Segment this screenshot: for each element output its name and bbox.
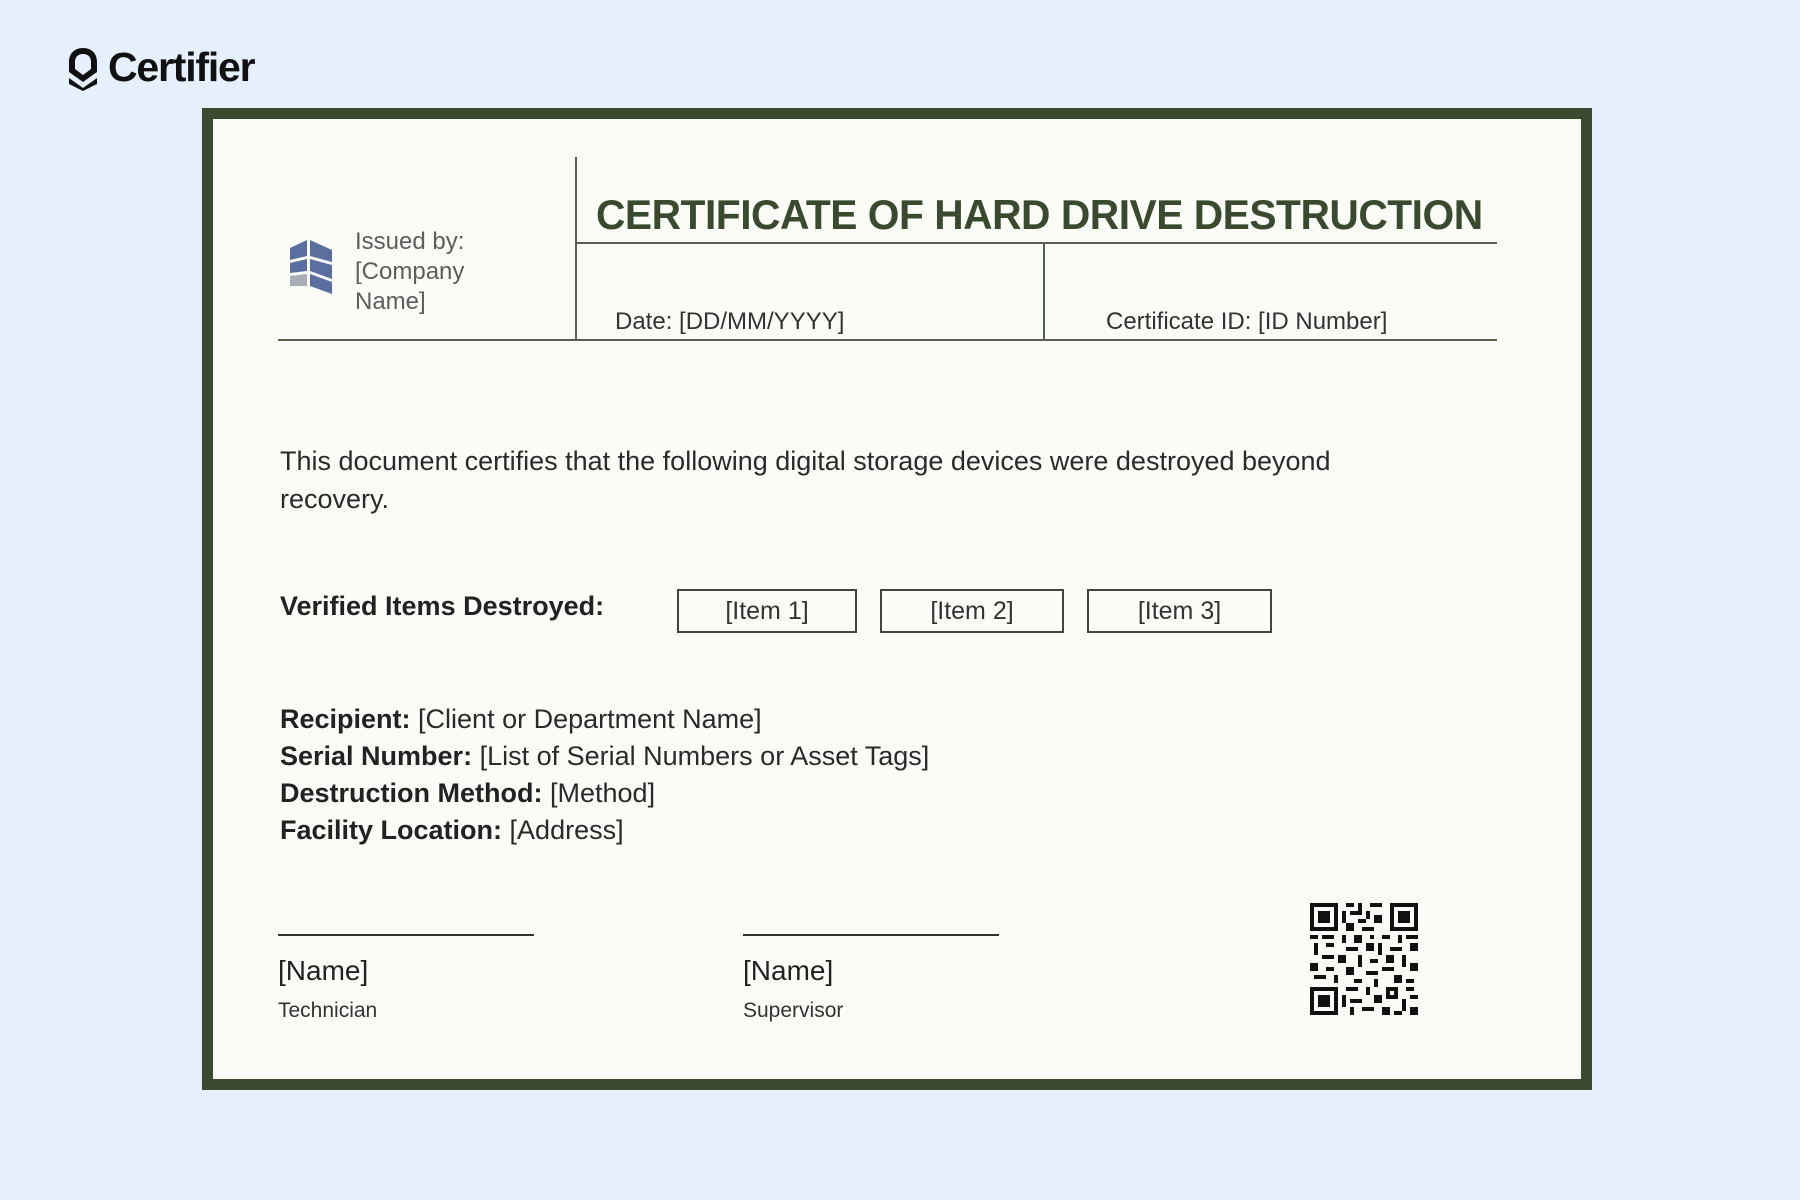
issued-by: Issued by: [Company Name] (355, 228, 465, 315)
detail-recipient: Recipient: [Client or Department Name] (280, 704, 762, 734)
technician-role: Technician (278, 999, 378, 1022)
verified-item-3: [Item 3] (1087, 589, 1272, 633)
certificate-id-field: Certificate ID: [ID Number] (1106, 308, 1388, 335)
header-bottom-line (278, 339, 1497, 341)
certificate-title: CERTIFICATE OF HARD DRIVE DESTRUCTION (596, 191, 1483, 238)
verified-item-1: [Item 1] (677, 589, 857, 633)
certifier-shield-icon (69, 47, 97, 91)
qr-code-icon (1310, 903, 1418, 1015)
brand-name: Certifier (108, 44, 256, 90)
certifier-brand: Certifier (66, 44, 256, 91)
supervisor-signature-line (743, 934, 999, 936)
header-vertical-divider (575, 157, 577, 341)
detail-facility-location: Facility Location: [Address] (280, 815, 624, 845)
verified-items-label: Verified Items Destroyed: (280, 591, 605, 621)
detail-destruction-method: Destruction Method: [Method] (280, 778, 656, 808)
verified-item-2: [Item 2] (880, 589, 1064, 633)
supervisor-name: [Name] (743, 955, 834, 986)
meta-vertical-divider (1043, 244, 1045, 341)
technician-signature-line (278, 934, 534, 936)
technician-name: [Name] (278, 955, 369, 986)
certification-statement: This document certifies that the followi… (280, 446, 1331, 514)
certificate-details: Recipient: [Client or Department Name] S… (280, 701, 929, 849)
date-field: Date: [DD/MM/YYYY] (615, 308, 845, 335)
certificate: Issued by: [Company Name] CERTIFICATE OF… (202, 108, 1592, 1090)
detail-serial-number: Serial Number: [List of Serial Numbers o… (280, 741, 930, 771)
title-underline (575, 242, 1497, 244)
supervisor-role: Supervisor (743, 999, 844, 1022)
company-blocks-icon (290, 240, 332, 294)
